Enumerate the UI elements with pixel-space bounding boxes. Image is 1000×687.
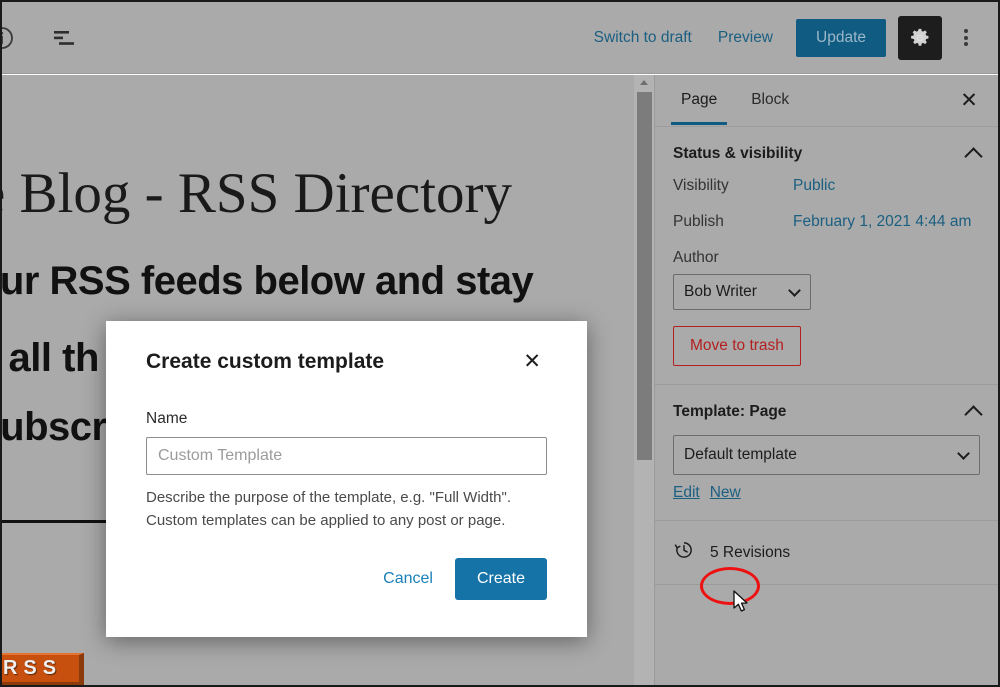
editor-scrollbar[interactable] bbox=[634, 75, 654, 685]
scroll-up-arrow-icon[interactable] bbox=[634, 75, 654, 89]
template-new-link[interactable]: New bbox=[710, 484, 741, 502]
template-panel: Template: Page Default template Edit New bbox=[655, 385, 998, 521]
cancel-button[interactable]: Cancel bbox=[367, 559, 449, 599]
help-line-2: Custom templates can be applied to any p… bbox=[146, 511, 506, 529]
window-frame-left bbox=[0, 0, 2, 687]
editor-toolbar: Switch to draft Preview Update bbox=[0, 2, 998, 74]
create-custom-template-dialog: Create custom template ✕ Name Describe t… bbox=[106, 321, 587, 637]
author-label: Author bbox=[673, 249, 719, 266]
move-to-trash-button[interactable]: Move to trash bbox=[673, 326, 801, 366]
rss-badge: RSS bbox=[2, 653, 84, 685]
switch-to-draft-button[interactable]: Switch to draft bbox=[581, 21, 705, 55]
close-sidebar-icon[interactable]: ✕ bbox=[954, 86, 984, 116]
info-icon[interactable] bbox=[0, 16, 24, 60]
visibility-row: Visibility Public bbox=[673, 177, 980, 195]
template-edit-link[interactable]: Edit bbox=[673, 484, 700, 502]
publish-date-button[interactable]: February 1, 2021 4:44 am bbox=[793, 213, 971, 231]
help-line-1: Describe the purpose of the template, e.… bbox=[146, 489, 511, 506]
visibility-label: Visibility bbox=[673, 177, 729, 194]
publish-label: Publish bbox=[673, 213, 724, 230]
settings-sidebar: Page Block ✕ Status & visibility Visibil… bbox=[654, 75, 998, 685]
author-select[interactable]: Bob Writer bbox=[673, 274, 811, 310]
author-field: Author Bob Writer bbox=[673, 249, 980, 310]
template-select-value: Default template bbox=[684, 446, 797, 463]
sidebar-tabs: Page Block ✕ bbox=[655, 75, 998, 127]
create-button[interactable]: Create bbox=[454, 558, 547, 600]
author-select-value: Bob Writer bbox=[684, 283, 757, 300]
template-links: Edit New bbox=[673, 484, 980, 502]
template-name-input[interactable] bbox=[146, 437, 547, 475]
dialog-title: Create custom template bbox=[146, 349, 385, 373]
status-visibility-panel: Status & visibility Visibility Public Pu… bbox=[655, 127, 998, 385]
status-visibility-title: Status & visibility bbox=[673, 145, 803, 162]
chevron-up-icon[interactable] bbox=[964, 146, 983, 166]
toolbar-left-group bbox=[0, 2, 86, 73]
publish-row: Publish February 1, 2021 4:44 am bbox=[673, 213, 980, 231]
gear-icon[interactable] bbox=[898, 15, 942, 60]
window-frame-top bbox=[0, 0, 1000, 2]
tab-block[interactable]: Block bbox=[741, 77, 799, 124]
template-select[interactable]: Default template bbox=[673, 435, 980, 475]
chevron-up-icon[interactable] bbox=[964, 404, 983, 424]
close-icon[interactable]: ✕ bbox=[517, 347, 547, 376]
chevron-down-icon bbox=[788, 284, 801, 297]
name-field-label: Name bbox=[146, 410, 188, 427]
revisions-row[interactable]: 5 Revisions bbox=[655, 521, 998, 585]
dialog-header: Create custom template ✕ bbox=[146, 321, 547, 382]
post-paragraph-line-1[interactable]: our RSS feeds below and stay bbox=[2, 250, 634, 312]
toolbar-right-group: Switch to draft Preview Update bbox=[581, 2, 998, 73]
post-title[interactable]: e Blog - RSS Directory bbox=[2, 165, 634, 222]
dialog-actions: Cancel Create bbox=[146, 558, 547, 600]
dialog-help-text: Describe the purpose of the template, e.… bbox=[146, 487, 547, 532]
revisions-clock-icon bbox=[673, 539, 695, 566]
scroll-thumb[interactable] bbox=[637, 92, 652, 460]
tab-page[interactable]: Page bbox=[671, 77, 728, 125]
revisions-label: 5 Revisions bbox=[710, 543, 791, 561]
template-panel-header[interactable]: Template: Page bbox=[673, 385, 983, 435]
app-root: e Blog - RSS Directory our RSS feeds bel… bbox=[0, 0, 1000, 687]
template-panel-title: Template: Page bbox=[673, 403, 787, 420]
visibility-value-button[interactable]: Public bbox=[793, 177, 835, 195]
chevron-down-icon bbox=[957, 447, 970, 460]
list-view-icon[interactable] bbox=[42, 16, 86, 60]
update-button[interactable]: Update bbox=[796, 18, 886, 57]
status-visibility-header[interactable]: Status & visibility bbox=[673, 127, 983, 177]
kebab-menu-icon[interactable] bbox=[946, 16, 986, 60]
preview-button[interactable]: Preview bbox=[705, 21, 786, 55]
